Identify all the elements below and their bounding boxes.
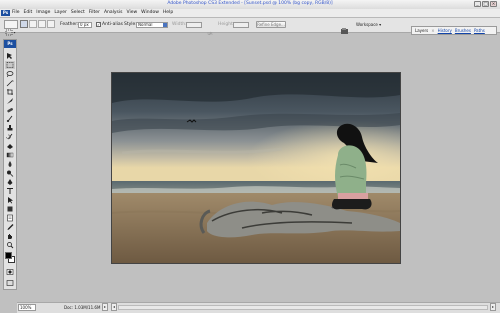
menu-window[interactable]: Window [141, 10, 159, 16]
shape-tool-icon[interactable] [5, 205, 15, 213]
scroll-right-button[interactable]: ▸ [490, 303, 496, 311]
workspace-menu[interactable]: Workspace ▾ [356, 22, 381, 28]
dodge-tool-icon[interactable] [5, 169, 15, 177]
lasso-tool-icon[interactable] [5, 70, 15, 78]
menu-help[interactable]: Help [163, 10, 173, 16]
minimize-button[interactable]: _ [474, 1, 481, 7]
status-menu-arrow[interactable]: ▸ [102, 303, 108, 311]
tab-separator: × [431, 28, 435, 33]
antialias-label: Anti-alias [102, 22, 123, 27]
horizontal-scrollbar[interactable] [118, 305, 488, 310]
menu-select[interactable]: Select [71, 10, 85, 16]
new-selection-button[interactable] [20, 20, 28, 28]
hand-tool-icon[interactable] [5, 232, 15, 240]
tab-paths[interactable]: Paths [474, 28, 485, 33]
crop-tool-icon[interactable] [5, 88, 15, 96]
pen-tool-icon[interactable] [5, 178, 15, 186]
history-brush-icon[interactable] [5, 133, 15, 141]
sunset-beach-photo [112, 73, 400, 263]
clone-stamp-icon[interactable] [5, 124, 15, 132]
document-image[interactable] [111, 72, 401, 264]
panel-dock: Layers × History Brushes Paths [411, 26, 497, 35]
style-label: Style: [124, 22, 137, 27]
width-input[interactable] [186, 22, 202, 28]
eraser-icon[interactable] [5, 142, 15, 150]
slice-tool-icon[interactable] [5, 97, 15, 105]
height-input[interactable] [233, 22, 249, 28]
healing-brush-icon[interactable] [5, 106, 15, 114]
height-label: Height: [218, 22, 235, 27]
refine-edge-button[interactable]: Refine Edge... [256, 21, 286, 28]
ps-logo: Ps [1, 10, 10, 16]
swap-dimensions-icon[interactable] [206, 22, 214, 37]
path-selection-icon[interactable] [5, 196, 15, 204]
type-tool-icon[interactable] [5, 187, 15, 195]
menu-items: File Edit Image Layer Select Filter Anal… [12, 10, 173, 16]
zoom-level-field[interactable]: 100% [18, 304, 36, 311]
feather-input[interactable]: 0 px [78, 22, 92, 28]
eyedropper-icon[interactable] [5, 223, 15, 231]
scroll-left-button[interactable]: ◂ [111, 303, 117, 311]
menu-filter[interactable]: Filter [89, 10, 100, 16]
zoom-level-value: 100% [20, 305, 32, 310]
tab-history[interactable]: History [438, 28, 452, 33]
brush-tool-icon[interactable] [5, 115, 15, 123]
foreground-color-swatch[interactable] [5, 252, 12, 259]
selection-mode-buttons [20, 20, 56, 29]
marquee-tool-icon[interactable] [5, 61, 15, 69]
close-button[interactable]: × [490, 1, 497, 7]
notes-tool-icon[interactable] [5, 214, 15, 222]
add-selection-button[interactable] [29, 20, 37, 28]
brushes-palette-icon[interactable] [340, 20, 350, 34]
blur-tool-icon[interactable] [5, 160, 15, 168]
intersect-selection-button[interactable] [47, 20, 55, 28]
gradient-tool-icon[interactable] [5, 151, 15, 159]
style-select[interactable]: Normal [136, 22, 168, 28]
zoom-tool-icon[interactable] [5, 241, 15, 249]
feather-label: Feather: [60, 22, 79, 27]
doc-info: Doc: 1.03M/11.6M [64, 305, 101, 310]
window-title: Adobe Photoshop CS3 Extended - [Sunset.p… [167, 1, 333, 6]
chevron-down-icon [163, 23, 167, 27]
toolbox-header: Ps [4, 40, 16, 48]
menu-image[interactable]: Image [36, 10, 50, 16]
menu-edit[interactable]: Edit [24, 10, 33, 16]
antialias-checkbox[interactable]: ✓ [96, 22, 101, 27]
move-tool-icon[interactable] [5, 52, 15, 60]
marquee-preset-icon [5, 29, 16, 36]
maximize-button[interactable]: □ [482, 1, 489, 7]
tool-preset-picker[interactable] [4, 20, 18, 36]
tab-layers[interactable]: Layers [415, 28, 428, 33]
magic-wand-icon[interactable] [5, 79, 15, 87]
menu-analysis[interactable]: Analysis [104, 10, 123, 16]
screen-mode-icon[interactable] [5, 279, 15, 287]
quick-mask-icon[interactable] [5, 268, 15, 276]
menu-file[interactable]: File [12, 10, 20, 16]
tab-brushes[interactable]: Brushes [455, 28, 471, 33]
color-swatches-icon[interactable] [5, 252, 16, 264]
subtract-selection-button[interactable] [38, 20, 46, 28]
menu-layer[interactable]: Layer [54, 10, 67, 16]
style-select-value: Normal [138, 22, 153, 27]
menu-view[interactable]: View [126, 10, 137, 16]
width-label: Width: [172, 22, 187, 27]
